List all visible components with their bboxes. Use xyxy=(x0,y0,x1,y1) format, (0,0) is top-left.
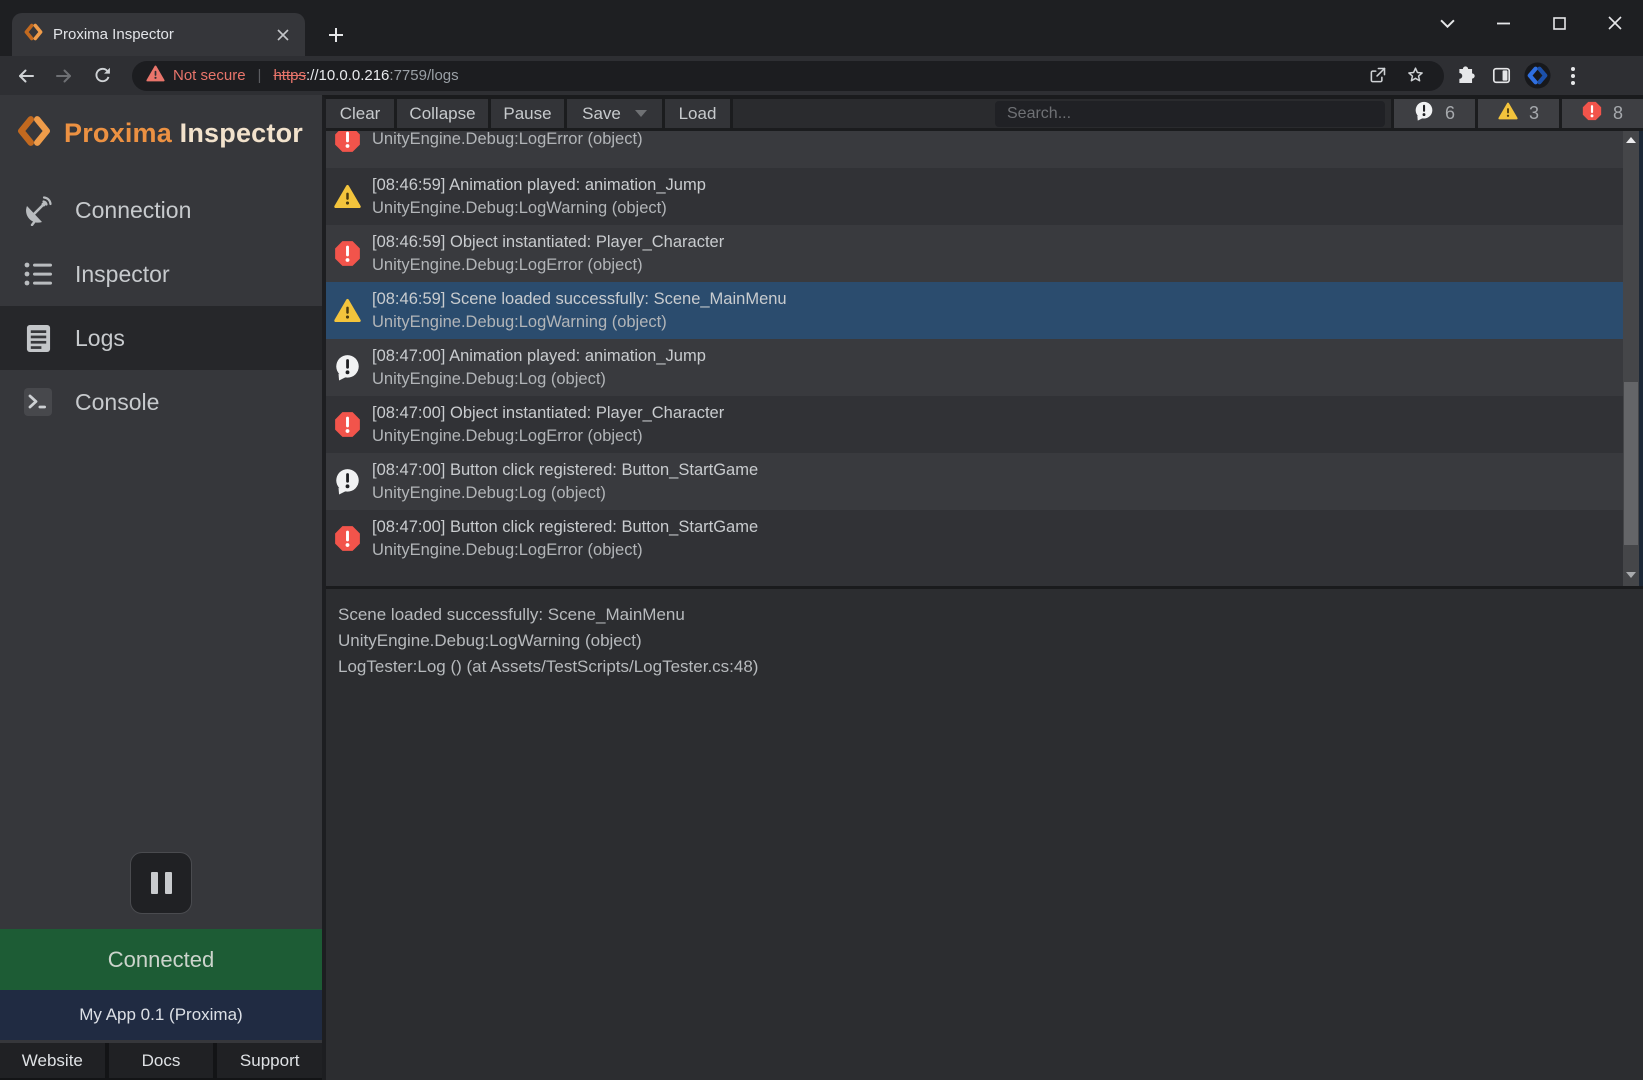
url-text: https://10.0.0.216:7759/logs xyxy=(273,67,458,84)
footer-link-website[interactable]: Website xyxy=(0,1043,105,1078)
satellite-dish-icon xyxy=(21,194,55,226)
browser-window: Proxima Inspector xyxy=(0,0,1643,1080)
info-icon xyxy=(332,468,362,495)
footer-link-support[interactable]: Support xyxy=(217,1043,322,1078)
maximize-button[interactable] xyxy=(1531,0,1587,46)
warning-icon xyxy=(332,298,362,323)
sidebar: Proxima Inspector Connection xyxy=(0,95,322,1080)
log-row[interactable]: [08:46:59] Animation played: animation_J… xyxy=(326,168,1643,225)
sidebar-item-label: Inspector xyxy=(75,261,170,288)
clear-button[interactable]: Clear xyxy=(326,99,397,128)
footer-link-docs[interactable]: Docs xyxy=(109,1043,214,1078)
scroll-up-arrow-icon[interactable] xyxy=(1623,137,1639,143)
logs-toolbar: Clear Collapse Pause Save Load 6 xyxy=(326,99,1643,131)
error-icon xyxy=(332,240,362,267)
save-dropdown-caret-icon[interactable] xyxy=(635,110,647,117)
not-secure-label: Not secure xyxy=(173,67,246,84)
info-icon xyxy=(1414,101,1434,126)
address-bar: Not secure | https://10.0.0.216:7759/log… xyxy=(0,56,1643,95)
sidebar-item-label: Console xyxy=(75,389,159,416)
window-edge-strip xyxy=(1639,131,1643,586)
proxima-logo-icon xyxy=(17,115,51,152)
document-lines-icon xyxy=(21,324,55,353)
browser-tab-bar: Proxima Inspector xyxy=(0,0,1643,56)
window-controls xyxy=(1419,0,1643,46)
log-row[interactable]: [08:47:00] Object instantiated: Player_C… xyxy=(326,396,1643,453)
sidebar-item-label: Logs xyxy=(75,325,125,352)
sidebar-item-logs[interactable]: Logs xyxy=(0,306,322,370)
tab-title: Proxima Inspector xyxy=(53,26,263,43)
error-count: 8 xyxy=(1613,103,1623,124)
tab-search-chevron-icon[interactable] xyxy=(1419,0,1475,46)
minimize-button[interactable] xyxy=(1475,0,1531,46)
warning-count-badge[interactable]: 3 xyxy=(1475,99,1559,128)
list-icon xyxy=(21,260,55,288)
log-row[interactable]: [08:47:00] Button click registered: Butt… xyxy=(326,453,1643,510)
sidebar-item-console[interactable]: Console xyxy=(0,370,322,434)
tab-close-icon[interactable] xyxy=(273,25,293,45)
logo-title: Proxima Inspector xyxy=(64,118,303,149)
app-info-bar: My App 0.1 (Proxima) xyxy=(0,990,322,1040)
reload-button[interactable] xyxy=(86,60,118,92)
sidebar-item-label: Connection xyxy=(75,197,191,224)
error-icon xyxy=(332,131,362,153)
browser-menu-icon[interactable] xyxy=(1558,61,1588,91)
search-input[interactable] xyxy=(995,101,1385,127)
proxima-favicon-icon xyxy=(24,23,43,46)
sidebar-nav: Connection Inspector xyxy=(0,178,322,434)
pause-icon xyxy=(151,872,158,894)
info-icon xyxy=(332,354,362,381)
warning-count: 3 xyxy=(1529,103,1539,124)
error-icon xyxy=(1582,101,1602,126)
log-detail-panel: Scene loaded successfully: Scene_MainMen… xyxy=(326,586,1643,1080)
browser-tab[interactable]: Proxima Inspector xyxy=(12,13,305,56)
info-count-badge[interactable]: 6 xyxy=(1391,99,1475,128)
sidebar-item-inspector[interactable]: Inspector xyxy=(0,242,322,306)
detail-line: UnityEngine.Debug:LogWarning (object) xyxy=(338,628,1631,654)
load-button[interactable]: Load xyxy=(665,99,733,128)
log-row-selected[interactable]: [08:46:59] Scene loaded successfully: Sc… xyxy=(326,282,1643,339)
warning-icon xyxy=(1498,102,1518,125)
pause-stream-button[interactable] xyxy=(130,852,192,914)
logs-page: Clear Collapse Pause Save Load 6 xyxy=(322,95,1643,1080)
back-button[interactable] xyxy=(10,60,42,92)
new-tab-button[interactable] xyxy=(322,21,350,49)
detail-line: Scene loaded successfully: Scene_MainMen… xyxy=(338,602,1631,628)
warning-icon xyxy=(332,184,362,209)
log-row[interactable]: [08:46:59] Object instantiated: Player_C… xyxy=(326,225,1643,282)
detail-line: LogTester:Log () (at Assets/TestScripts/… xyxy=(338,654,1631,680)
log-row[interactable]: [08:47:00] Animation played: animation_J… xyxy=(326,339,1643,396)
log-row[interactable]: UnityEngine.Debug:LogError (object) xyxy=(326,131,1643,168)
proxima-logo: Proxima Inspector xyxy=(0,95,322,164)
scroll-down-arrow-icon[interactable] xyxy=(1623,572,1639,578)
error-icon xyxy=(332,411,362,438)
info-count: 6 xyxy=(1445,103,1455,124)
forward-button[interactable] xyxy=(48,60,80,92)
bookmark-star-icon[interactable] xyxy=(1400,61,1430,91)
error-count-badge[interactable]: 8 xyxy=(1559,99,1643,128)
log-row[interactable]: [08:47:00] Button click registered: Butt… xyxy=(326,510,1643,567)
error-icon xyxy=(332,525,362,552)
sidebar-footer: Website Docs Support xyxy=(0,1043,322,1078)
url-field[interactable]: Not secure | https://10.0.0.216:7759/log… xyxy=(132,61,1444,91)
sidebar-item-connection[interactable]: Connection xyxy=(0,178,322,242)
extensions-puzzle-icon[interactable] xyxy=(1450,61,1480,91)
collapse-button[interactable]: Collapse xyxy=(397,99,491,128)
profile-avatar[interactable] xyxy=(1522,61,1552,91)
url-separator: | xyxy=(258,67,262,84)
share-icon[interactable] xyxy=(1362,61,1392,91)
side-panel-icon[interactable] xyxy=(1486,61,1516,91)
log-list: UnityEngine.Debug:LogError (object) [08:… xyxy=(326,131,1643,586)
connection-status-bar: Connected xyxy=(0,929,322,990)
close-window-button[interactable] xyxy=(1587,0,1643,46)
save-button[interactable]: Save xyxy=(567,99,665,128)
scrollbar-thumb[interactable] xyxy=(1624,382,1638,545)
not-secure-warning-icon xyxy=(146,65,165,87)
log-scrollbar[interactable] xyxy=(1623,131,1639,586)
terminal-icon xyxy=(21,387,55,417)
pause-button[interactable]: Pause xyxy=(491,99,567,128)
